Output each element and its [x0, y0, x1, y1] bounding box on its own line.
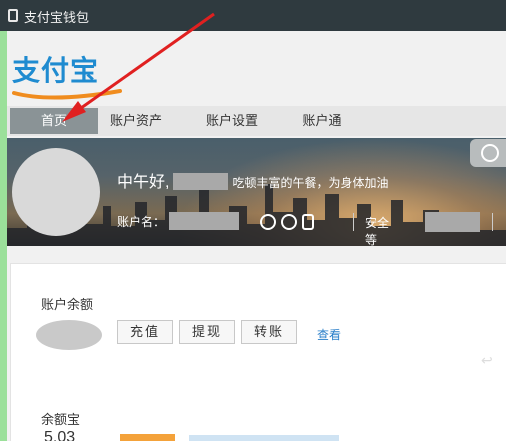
mobile-icon[interactable]: [302, 214, 314, 230]
yuebao-title: 余额宝: [41, 412, 81, 427]
tab-account-settings[interactable]: 账户设置: [197, 108, 267, 134]
tab-home[interactable]: 首页: [10, 108, 98, 134]
security-level-redacted: [425, 212, 480, 232]
divider: [492, 213, 493, 231]
return-icon: ↩: [481, 352, 493, 368]
yuebao-value: 5.03: [44, 429, 76, 441]
balance-title: 账户余额: [41, 297, 94, 312]
recharge-button[interactable]: 充值: [117, 320, 173, 344]
balance-amount-redacted: [36, 320, 102, 350]
tab-account-pass[interactable]: 账户通: [297, 108, 347, 134]
balance-card: 账户余额 充值 提现 转账 查看 ↩ 余额宝 5.03: [10, 263, 506, 441]
view-balance-link[interactable]: 查看: [317, 326, 341, 343]
main-nav: 首页 账户资产 账户设置 账户通: [7, 106, 506, 136]
user-icon[interactable]: [260, 214, 276, 230]
alarm-clock-icon: [481, 144, 499, 162]
greeting-text: 中午好,: [117, 174, 170, 191]
window-title: 支付宝钱包: [24, 10, 90, 25]
yuebao-action-button[interactable]: [120, 434, 175, 441]
logo-swoosh: [12, 89, 122, 100]
account-name-redacted: [169, 212, 240, 230]
shield-icon[interactable]: [281, 214, 297, 230]
divider: [353, 213, 354, 231]
alarm-button[interactable]: [470, 139, 506, 167]
security-level-label: 安全等级：: [365, 216, 390, 246]
phone-icon: [8, 9, 18, 22]
greeting-line: 中午好, 吃顿丰富的午餐，为身体加油: [117, 168, 388, 192]
left-edge: [0, 0, 7, 441]
yuebao-links: [189, 435, 339, 441]
withdraw-button[interactable]: 提现: [179, 320, 235, 344]
user-name-redacted: [173, 173, 229, 190]
alipay-logo[interactable]: 支付宝: [12, 49, 122, 101]
window-titlebar: 支付宝钱包: [0, 0, 506, 31]
logo-text: 支付宝: [12, 54, 100, 87]
greeting-tip: 吃顿丰富的午餐，为身体加油: [232, 176, 389, 190]
transfer-button[interactable]: 转账: [241, 320, 297, 344]
tab-account-assets[interactable]: 账户资产: [101, 108, 171, 134]
app-content: 支付宝 首页 账户资产 账户设置 账户通 中午好, 吃顿丰富的午餐，为身体加油 账…: [7, 31, 506, 441]
account-info-row: 账户名： 安全等级：: [117, 212, 493, 246]
account-name-label: 账户名：: [117, 214, 166, 229]
avatar[interactable]: [12, 148, 100, 236]
welcome-banner: 中午好, 吃顿丰富的午餐，为身体加油 账户名： 安全等级：: [7, 138, 506, 246]
